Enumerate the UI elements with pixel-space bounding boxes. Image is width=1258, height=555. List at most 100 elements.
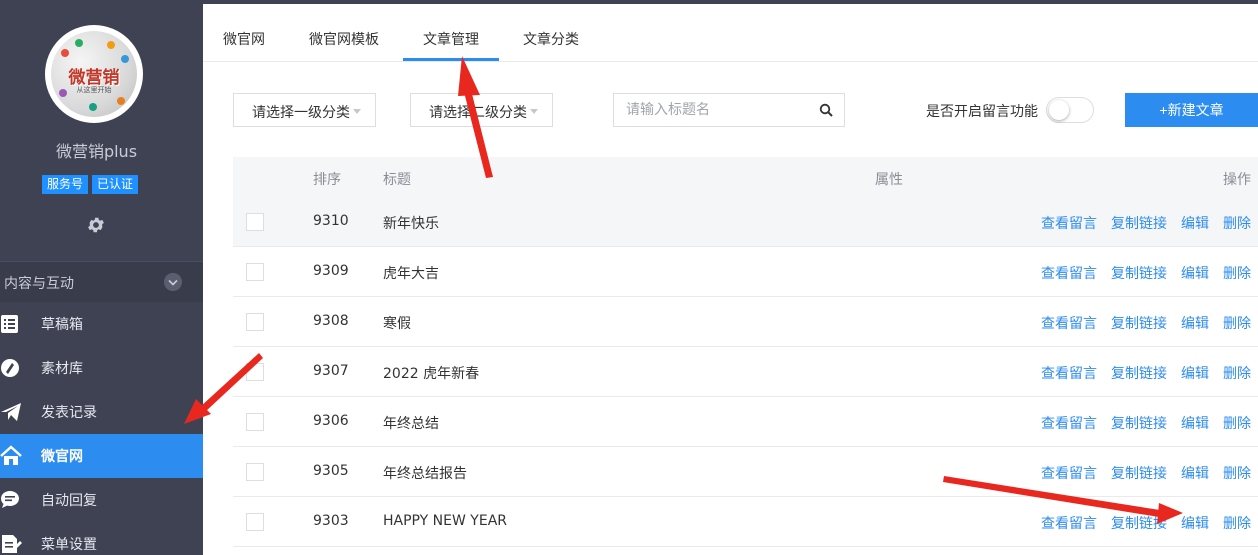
delete-link[interactable]: 删除 [1223,463,1251,483]
table-row: 9309 虎年大吉 查看留言 复制链接 编辑 删除 [233,247,1258,297]
header-ops: 操作 [1223,172,1251,188]
sidebar-item-micro-site[interactable]: 微官网 [0,434,203,478]
badge-service: 服务号 [42,175,89,194]
new-article-button[interactable]: +新建文章 [1125,93,1258,127]
row-checkbox[interactable] [246,513,264,531]
edit-link[interactable]: 编辑 [1181,313,1209,333]
sidebar-item-label: 发表记录 [41,405,97,421]
badge-verified: 已认证 [92,175,139,194]
tab-article-category[interactable]: 文章分类 [523,29,579,49]
chat-icon [1,491,19,508]
view-comments-link[interactable]: 查看留言 [1041,313,1097,333]
row-title: 2022 虎年新春 [383,366,480,382]
sidebar-item-label: 菜单设置 [41,537,97,553]
copy-link-link[interactable]: 复制链接 [1111,213,1167,233]
app-root: 微营销 从这里开始 微营销plus 服务号 已认证 内容与互动 草稿箱 素材库 … [0,0,1258,555]
row-checkbox[interactable] [246,213,264,231]
active-tab-indicator [403,58,499,61]
menu-doc-icon [2,535,22,553]
toggle-knob [1049,100,1069,120]
copy-link-link[interactable]: 复制链接 [1111,313,1167,333]
draft-icon [1,315,18,333]
comment-toggle-label: 是否开启留言功能 [926,104,1038,120]
tab-micro-site-template[interactable]: 微官网模板 [309,29,379,49]
edit-link[interactable]: 编辑 [1181,463,1209,483]
avatar[interactable]: 微营销 从这里开始 [45,25,143,123]
row-checkbox[interactable] [246,363,264,381]
header-title: 标题 [383,172,411,188]
search-input[interactable] [614,94,814,126]
search-icon[interactable] [819,103,833,117]
copy-link-link[interactable]: 复制链接 [1111,463,1167,483]
delete-link[interactable]: 删除 [1223,313,1251,333]
edit-link[interactable]: 编辑 [1181,363,1209,383]
section-content-interaction[interactable]: 内容与互动 [0,261,203,302]
table-header: 排序 标题 属性 操作 [233,157,1258,197]
tab-micro-site[interactable]: 微官网 [223,29,265,49]
row-order: 9305 [313,463,349,479]
row-order: 9306 [313,413,349,429]
sidebar-item-label: 微官网 [41,449,83,465]
edit-link[interactable]: 编辑 [1181,413,1209,433]
delete-link[interactable]: 删除 [1223,363,1251,383]
view-comments-link[interactable]: 查看留言 [1041,413,1097,433]
chevron-down-icon[interactable] [164,273,182,291]
row-checkbox[interactable] [246,463,264,481]
header-order: 排序 [313,172,341,188]
account-badges: 服务号 已认证 [42,175,139,194]
view-comments-link[interactable]: 查看留言 [1041,513,1097,533]
category1-select-value: 请选择一级分类 [252,105,350,121]
sidebar-item-menu-settings[interactable]: 菜单设置 [0,522,203,555]
table-row: 9310 新年快乐 查看留言 复制链接 编辑 删除 [233,197,1258,247]
avatar-logo: 微营销 从这里开始 [51,31,137,117]
view-comments-link[interactable]: 查看留言 [1041,463,1097,483]
category1-select[interactable]: 请选择一级分类 [233,93,376,127]
row-title: 年终总结 [383,416,439,432]
row-order: 9308 [313,313,349,329]
copy-link-link[interactable]: 复制链接 [1111,513,1167,533]
row-title: 寒假 [383,316,411,332]
header-attr: 属性 [875,172,903,188]
sidebar-item-label: 草稿箱 [41,317,83,333]
sidebar-item-label: 素材库 [41,361,83,377]
tab-article-management[interactable]: 文章管理 [423,29,479,49]
sidebar-item-drafts[interactable]: 草稿箱 [0,302,203,346]
row-checkbox[interactable] [246,313,264,331]
copy-link-link[interactable]: 复制链接 [1111,363,1167,383]
gear-icon[interactable] [86,215,106,235]
edit-link[interactable]: 编辑 [1181,213,1209,233]
table-row: 9307 2022 虎年新春 查看留言 复制链接 编辑 删除 [233,347,1258,397]
copy-link-link[interactable]: 复制链接 [1111,263,1167,283]
avatar-subtext: 从这里开始 [76,86,112,94]
sidebar: 微营销 从这里开始 微营销plus 服务号 已认证 内容与互动 草稿箱 素材库 … [0,0,203,555]
comment-toggle[interactable] [1046,97,1094,123]
section-title: 内容与互动 [4,276,74,292]
material-icon [1,359,19,377]
home-icon [0,445,22,465]
row-title: 虎年大吉 [383,266,439,282]
sidebar-item-publish-records[interactable]: 发表记录 [0,390,203,434]
edit-link[interactable]: 编辑 [1181,263,1209,283]
chevron-down-icon [353,109,361,114]
article-table: 排序 标题 属性 操作 9310 新年快乐 查看留言 复制链接 编辑 删除 9309 虎年大吉… [233,157,1258,555]
edit-link[interactable]: 编辑 [1181,513,1209,533]
row-order: 9307 [313,363,349,379]
table-row: 9305 年终总结报告 查看留言 复制链接 编辑 删除 [233,447,1258,497]
row-title: 新年快乐 [383,216,439,232]
view-comments-link[interactable]: 查看留言 [1041,213,1097,233]
table-row: 9306 年终总结 查看留言 复制链接 编辑 删除 [233,397,1258,447]
delete-link[interactable]: 删除 [1223,513,1251,533]
category2-select[interactable]: 请选择二级分类 [410,93,553,127]
sidebar-item-auto-reply[interactable]: 自动回复 [0,478,203,522]
row-checkbox[interactable] [246,263,264,281]
delete-link[interactable]: 删除 [1223,213,1251,233]
view-comments-link[interactable]: 查看留言 [1041,263,1097,283]
copy-link-link[interactable]: 复制链接 [1111,413,1167,433]
view-comments-link[interactable]: 查看留言 [1041,363,1097,383]
row-checkbox[interactable] [246,413,264,431]
delete-link[interactable]: 删除 [1223,413,1251,433]
table-row: 9308 寒假 查看留言 复制链接 编辑 删除 [233,297,1258,347]
row-order: 9310 [313,213,349,229]
sidebar-item-materials[interactable]: 素材库 [0,346,203,390]
delete-link[interactable]: 删除 [1223,263,1251,283]
